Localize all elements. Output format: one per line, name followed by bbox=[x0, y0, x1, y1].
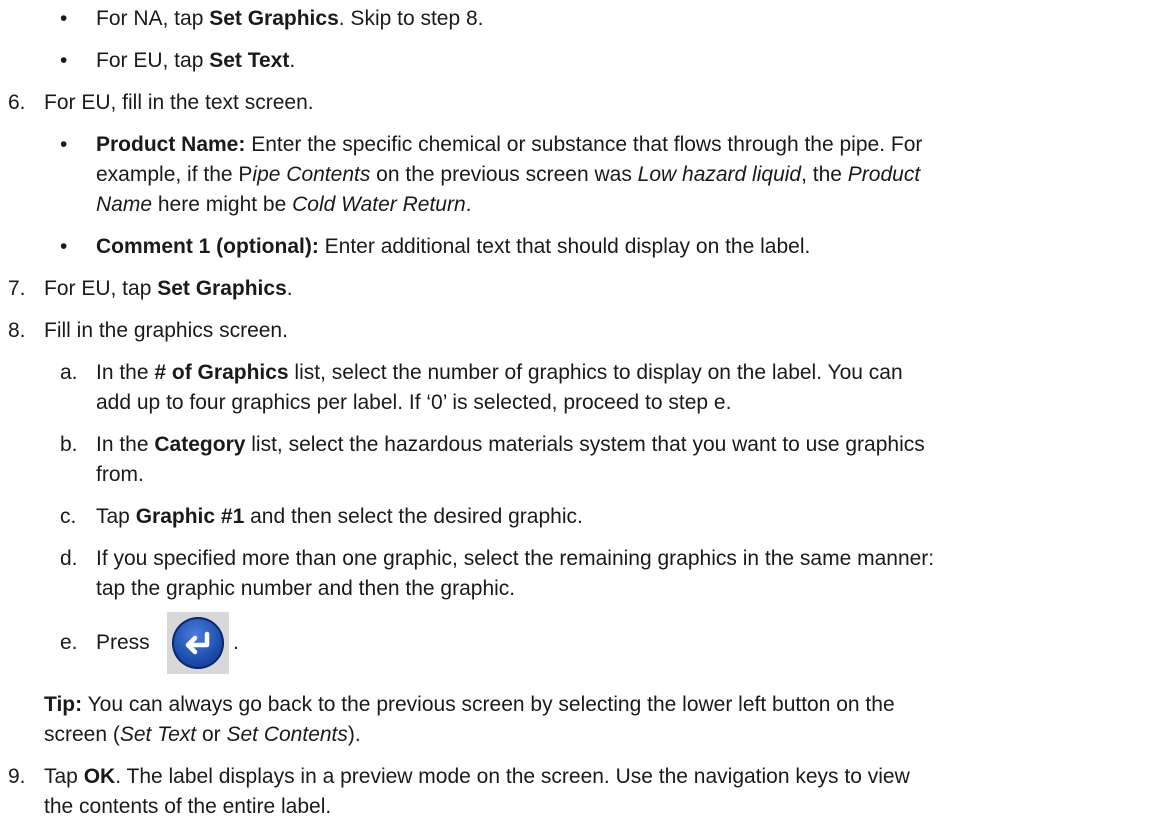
substep-e-period: . bbox=[233, 631, 239, 654]
bullet-glyph: • bbox=[60, 235, 68, 258]
step-6-text: For EU, fill in the text screen. bbox=[44, 91, 314, 114]
step-9-line-2: the contents of the entire label. bbox=[44, 795, 332, 818]
bullet-glyph: • bbox=[60, 7, 68, 30]
step-number: 7. bbox=[8, 277, 26, 300]
tip-line-2: screen (Set Text or Set Contents). bbox=[44, 723, 361, 746]
product-name-line-1: Product Name: Enter the specific chemica… bbox=[96, 133, 923, 156]
substep-letter: c. bbox=[60, 505, 77, 528]
tip-line-1: Tip: You can always go back to the previ… bbox=[44, 693, 895, 716]
substep-b-line-1: In the Category list, select the hazardo… bbox=[96, 433, 925, 456]
substep-a-line-2: add up to four graphics per label. If ‘0… bbox=[96, 391, 732, 414]
product-name-line-3: Name here might be Cold Water Return. bbox=[96, 193, 472, 216]
step-8-text: Fill in the graphics screen. bbox=[44, 319, 288, 342]
bullet-set-graphics-na: For NA, tap Set Graphics. Skip to step 8… bbox=[96, 7, 484, 30]
bullet-glyph: • bbox=[60, 133, 68, 156]
bullet-glyph: • bbox=[60, 49, 68, 72]
substep-b-line-2: from. bbox=[96, 463, 144, 486]
substep-a-line-1: In the # of Graphics list, select the nu… bbox=[96, 361, 903, 384]
bullet-set-text-eu: For EU, tap Set Text. bbox=[96, 49, 296, 72]
comment-1-line: Comment 1 (optional): Enter additional t… bbox=[96, 235, 811, 258]
substep-d-line-2: tap the graphic number and then the grap… bbox=[96, 577, 516, 600]
step-number: 9. bbox=[8, 765, 26, 788]
substep-e-press: Press bbox=[96, 631, 150, 654]
substep-letter: b. bbox=[60, 433, 78, 456]
step-number: 6. bbox=[8, 91, 26, 114]
step-number: 8. bbox=[8, 319, 26, 342]
step-9-line-1: Tap OK. The label displays in a preview … bbox=[44, 765, 910, 788]
substep-letter: a. bbox=[60, 361, 78, 384]
substep-letter: e. bbox=[60, 631, 78, 654]
substep-letter: d. bbox=[60, 547, 78, 570]
substep-d-line-1: If you specified more than one graphic, … bbox=[96, 547, 935, 570]
substep-c-line: Tap Graphic #1 and then select the desir… bbox=[96, 505, 583, 528]
enter-key-icon bbox=[167, 612, 229, 674]
product-name-line-2: example, if the Pipe Contents on the pre… bbox=[96, 163, 921, 186]
step-7-text: For EU, tap Set Graphics. bbox=[44, 277, 293, 300]
